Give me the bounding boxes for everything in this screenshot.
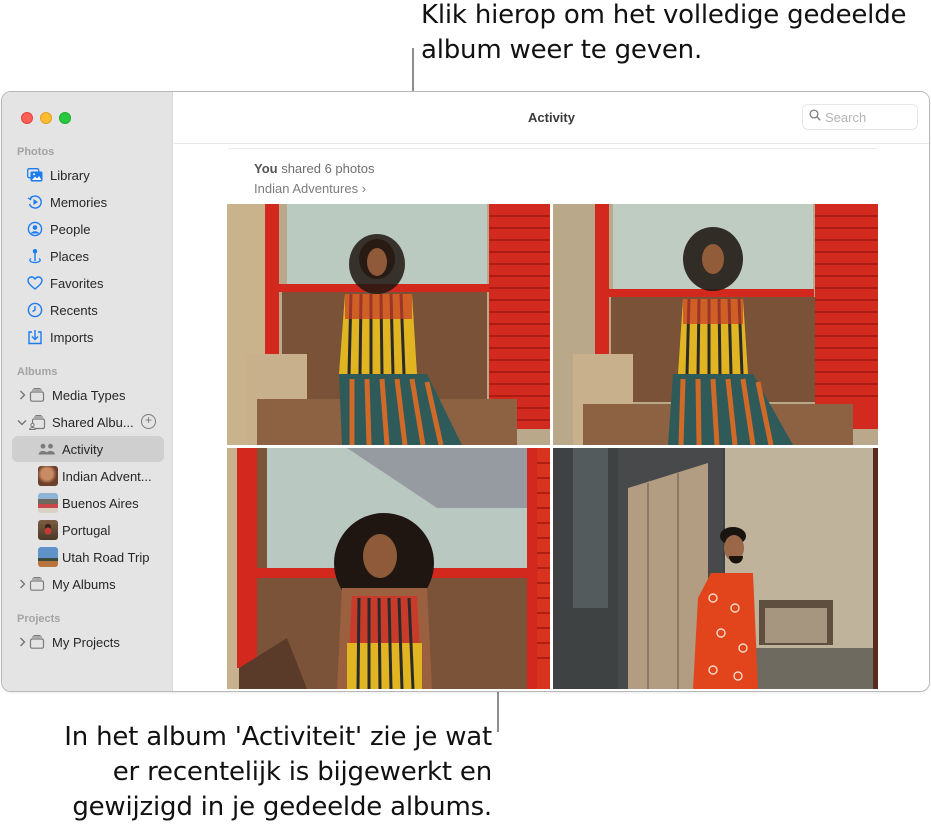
close-button[interactable]	[21, 112, 33, 124]
divider	[228, 148, 878, 149]
add-shared-album-button[interactable]: +	[141, 414, 156, 429]
chevron-right-icon[interactable]	[16, 388, 28, 402]
places-icon	[26, 247, 44, 265]
search-field[interactable]	[802, 104, 918, 130]
album-thumbnail	[38, 520, 58, 540]
album-thumbnail	[38, 493, 58, 513]
sidebar-item-portugal[interactable]: Portugal	[12, 517, 164, 543]
sidebar-item-buenos-aires[interactable]: Buenos Aires	[12, 490, 164, 516]
sidebar-item-label: Places	[50, 248, 90, 264]
album-thumbnail	[38, 547, 58, 567]
sidebar-item-label: Activity	[62, 441, 104, 457]
sidebar-item-label: My Albums	[52, 576, 116, 592]
zoom-button[interactable]	[59, 112, 71, 124]
sidebar-item-label: Library	[50, 167, 90, 183]
sidebar-item-label: Imports	[50, 329, 94, 345]
heart-icon	[26, 274, 44, 292]
sidebar-item-shared-albums[interactable]: Shared Albu... +	[12, 409, 164, 435]
sidebar-item-label: Favorites	[50, 275, 104, 291]
callout-top: Klik hierop om het volledige gedeelde al…	[421, 0, 907, 65]
people-icon	[26, 220, 44, 238]
album-link-label: Indian Adventures	[254, 181, 359, 196]
sidebar-item-imports[interactable]: Imports	[12, 324, 164, 350]
search-icon	[809, 108, 821, 126]
activity-action: shared 6 photos	[277, 161, 375, 176]
photo-thumbnail[interactable]	[553, 204, 878, 445]
sidebar: Photos Library Memories People Places Fa…	[2, 92, 173, 691]
sidebar-item-places[interactable]: Places	[12, 243, 164, 269]
sidebar-item-recents[interactable]: Recents	[12, 297, 164, 323]
chevron-down-icon[interactable]	[16, 415, 28, 429]
sidebar-item-label: Recents	[50, 302, 98, 318]
sidebar-item-favorites[interactable]: Favorites	[12, 270, 164, 296]
sidebar-item-label: My Projects	[52, 634, 120, 650]
folder-stack-icon	[28, 633, 46, 651]
library-icon	[26, 166, 44, 184]
toolbar: Activity	[174, 92, 929, 144]
chevron-right-icon: ›	[361, 181, 367, 196]
sidebar-item-my-projects[interactable]: My Projects	[12, 629, 164, 655]
main-content: Activity You shared 6 photos Indian Adve…	[174, 92, 929, 691]
sidebar-item-label: Portugal	[62, 522, 111, 538]
sidebar-item-indian-adventures[interactable]: Indian Advent...	[12, 463, 164, 489]
import-icon	[26, 328, 44, 346]
section-label-projects: Projects	[17, 613, 61, 625]
album-thumbnail	[38, 466, 58, 486]
memories-icon	[26, 193, 44, 211]
shared-album-link[interactable]: Indian Adventures ›	[254, 181, 366, 196]
window-controls	[21, 112, 71, 124]
sidebar-item-media-types[interactable]: Media Types	[12, 382, 164, 408]
sidebar-item-activity[interactable]: Activity	[12, 436, 164, 462]
sidebar-item-label: People	[50, 221, 91, 237]
sidebar-item-utah-road-trip[interactable]: Utah Road Trip	[12, 544, 164, 570]
chevron-right-icon[interactable]	[16, 577, 28, 591]
minimize-button[interactable]	[40, 112, 52, 124]
folder-stack-icon	[28, 386, 46, 404]
sidebar-item-label: Media Types	[52, 387, 126, 403]
activity-summary: You shared 6 photos	[254, 161, 374, 176]
sidebar-item-label: Buenos Aires	[62, 495, 139, 511]
sidebar-item-people[interactable]: People	[12, 216, 164, 242]
photo-grid	[227, 204, 878, 689]
photo-thumbnail[interactable]	[227, 204, 550, 445]
sidebar-item-label: Memories	[50, 194, 108, 210]
folder-stack-icon	[28, 575, 46, 593]
shared-album-icon	[28, 413, 46, 431]
section-label-albums: Albums	[17, 366, 58, 378]
chevron-right-icon[interactable]	[16, 635, 28, 649]
clock-icon	[26, 301, 44, 319]
callout-bottom: In het album 'Activiteit' zie je wat er …	[64, 722, 492, 822]
sidebar-item-my-albums[interactable]: My Albums	[12, 571, 164, 597]
sidebar-item-label: Utah Road Trip	[62, 549, 150, 565]
search-input[interactable]	[825, 109, 905, 125]
photos-window: Photos Library Memories People Places Fa…	[1, 91, 930, 692]
photo-thumbnail[interactable]	[227, 448, 550, 689]
people-group-icon	[38, 440, 56, 458]
photo-thumbnail[interactable]	[553, 448, 878, 689]
sidebar-item-label: Shared Albu...	[52, 414, 134, 430]
sidebar-item-library[interactable]: Library	[12, 162, 164, 188]
section-label-photos: Photos	[17, 146, 55, 158]
sidebar-item-memories[interactable]: Memories	[12, 189, 164, 215]
activity-actor: You	[254, 161, 278, 176]
sidebar-item-label: Indian Advent...	[62, 468, 152, 484]
